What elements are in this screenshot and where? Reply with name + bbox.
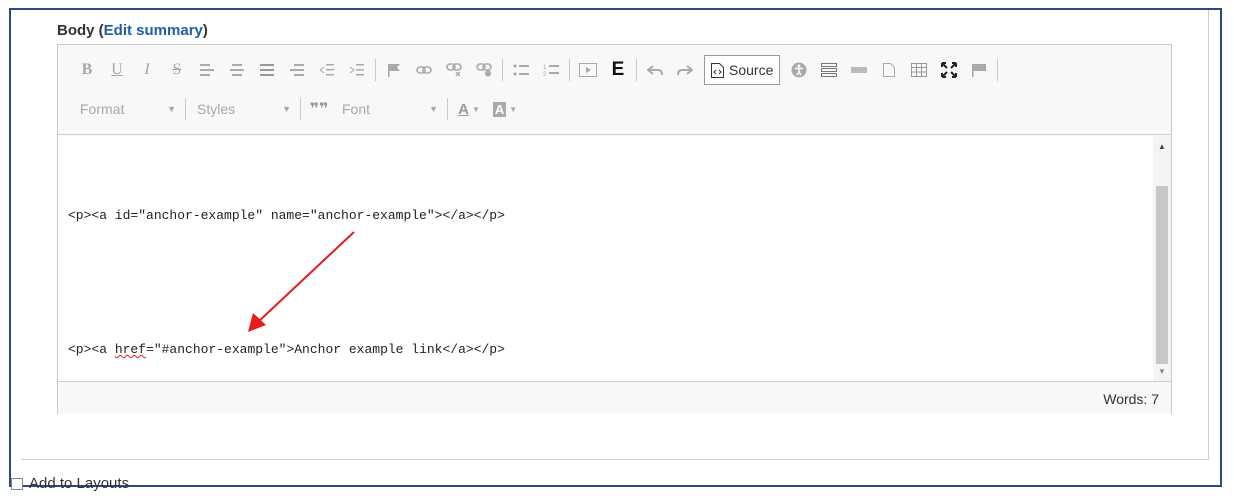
screenshot-frame: Body (Edit summary) B U I S 1 2 E Source… [9, 8, 1222, 492]
chevron-down-icon: ▼ [509, 104, 518, 114]
link-icon[interactable] [409, 57, 439, 83]
toolbar-separator [502, 59, 503, 81]
editor-toolbar: B U I S 12 E Source Format ▼ Styles ▼ ❞❞… [58, 45, 1171, 135]
underline-button[interactable]: U [102, 57, 132, 83]
language-flag-icon[interactable] [964, 57, 994, 83]
text-color-button[interactable]: A ▼ [451, 96, 487, 122]
toolbar-row-2: Format ▼ Styles ▼ ❞❞ Font ▼ A ▼ A ▼ [72, 96, 523, 122]
align-left-icon[interactable] [192, 57, 222, 83]
code-prefix: <p><a [68, 342, 115, 357]
toolbar-separator [447, 98, 448, 120]
source-button[interactable]: Source [704, 55, 781, 85]
media-embed-icon[interactable] [573, 57, 603, 83]
edit-summary-link[interactable]: Edit summary [104, 22, 203, 39]
anchor-flag-icon[interactable] [379, 57, 409, 83]
paren-close: ) [202, 22, 208, 39]
chevron-down-icon: ▼ [167, 104, 176, 114]
toolbar-row-1: B U I S 12 E Source [72, 55, 1001, 85]
content-panel: Body (Edit summary) B U I S 1 2 E Source… [21, 10, 1209, 460]
editor-status-bar: Words: 7 [58, 381, 1171, 414]
italic-button[interactable]: I [132, 57, 162, 83]
scroll-up-arrow-icon[interactable]: ▲ [1153, 138, 1171, 154]
chevron-down-icon: ▼ [429, 104, 438, 114]
source-label: Source [729, 62, 774, 78]
add-to-layouts-checkbox[interactable] [11, 477, 23, 490]
bold-button[interactable]: B [72, 57, 102, 83]
unlink-icon[interactable] [439, 57, 469, 83]
code-line-link: <p><a href="#anchor-example">Anchor exam… [68, 342, 505, 357]
font-label: Font [342, 101, 371, 117]
template-stack-icon[interactable] [814, 57, 844, 83]
align-justify-icon[interactable] [252, 57, 282, 83]
indent-icon[interactable] [342, 57, 372, 83]
toolbar-separator [375, 59, 376, 81]
align-center-icon[interactable] [222, 57, 252, 83]
align-right-icon[interactable] [282, 57, 312, 83]
page-icon[interactable] [874, 57, 904, 83]
body-label-text: Body [57, 22, 95, 39]
toolbar-separator [300, 98, 301, 120]
format-label: Format [80, 101, 125, 117]
background-color-button[interactable]: A ▼ [487, 96, 523, 122]
horizontal-rule-icon[interactable] [844, 57, 874, 83]
add-to-layouts-row[interactable]: Add to Layouts [11, 475, 129, 492]
chevron-down-icon: ▼ [471, 104, 480, 114]
strikethrough-button[interactable]: S [162, 57, 192, 83]
undo-icon[interactable] [640, 57, 670, 83]
chevron-down-icon: ▼ [282, 104, 291, 114]
e-button[interactable]: E [603, 57, 633, 83]
source-doc-icon [711, 62, 724, 78]
spellcheck-word: href [114, 342, 147, 357]
styles-dropdown[interactable]: Styles ▼ [189, 96, 297, 122]
styles-label: Styles [197, 101, 236, 117]
source-editing-area[interactable]: <p><a id="anchor-example" name="anchor-e… [58, 136, 1153, 381]
redo-icon[interactable] [670, 57, 700, 83]
toolbar-separator [569, 59, 570, 81]
toolbar-separator [185, 98, 186, 120]
rich-text-editor: B U I S 12 E Source Format ▼ Styles ▼ ❞❞… [57, 44, 1172, 414]
scrollbar-thumb[interactable] [1156, 186, 1168, 364]
blockquote-button[interactable]: ❞❞ [304, 96, 334, 122]
table-icon[interactable] [904, 57, 934, 83]
svg-text:2: 2 [543, 72, 547, 77]
toolbar-separator [636, 59, 637, 81]
editor-scrollbar[interactable]: ▲ ▼ [1153, 136, 1171, 381]
accessibility-icon[interactable] [784, 57, 814, 83]
numbered-list-icon[interactable]: 12 [536, 57, 566, 83]
add-to-layouts-label: Add to Layouts [29, 475, 130, 492]
word-count: Words: 7 [1103, 391, 1159, 407]
outdent-icon[interactable] [312, 57, 342, 83]
code-line-anchor: <p><a id="anchor-example" name="anchor-e… [68, 208, 505, 223]
scroll-down-arrow-icon[interactable]: ▼ [1153, 363, 1171, 379]
format-dropdown[interactable]: Format ▼ [72, 96, 182, 122]
code-suffix: ="#anchor-example">Anchor example link</… [146, 342, 505, 357]
toolbar-separator [997, 59, 999, 81]
svg-text:1: 1 [543, 65, 547, 71]
bg-color-label: A [492, 101, 507, 117]
maximize-icon[interactable] [934, 57, 964, 83]
font-dropdown[interactable]: Font ▼ [334, 96, 444, 122]
body-field-label: Body (Edit summary) [57, 22, 208, 39]
text-color-label: A [458, 100, 469, 118]
link-options-icon[interactable] [469, 57, 499, 83]
bulleted-list-icon[interactable] [506, 57, 536, 83]
